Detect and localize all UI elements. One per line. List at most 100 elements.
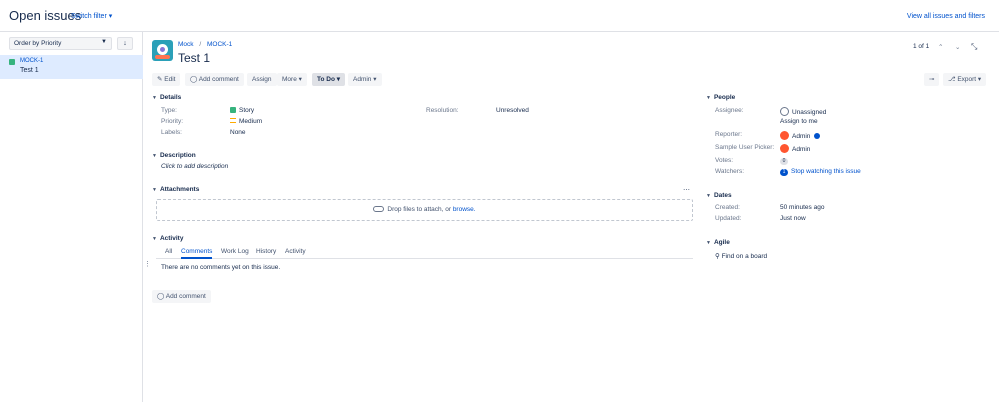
browse-link[interactable]: browse. [453, 206, 476, 213]
breadcrumb-separator: / [199, 41, 202, 48]
labels-value[interactable]: None [230, 129, 246, 136]
chevron-down-icon: ▾ [977, 76, 982, 83]
stop-watching-link[interactable]: Stop watching this issue [791, 168, 861, 175]
created-label: Created: [715, 204, 740, 211]
labels-label: Labels: [161, 129, 182, 136]
tab-activity[interactable]: Activity [285, 248, 306, 255]
attachments-section-toggle[interactable]: ▼ Attachments [152, 186, 199, 193]
dates-section-toggle[interactable]: ▼ Dates [706, 192, 732, 199]
chevron-down-icon: ▼ [706, 193, 711, 199]
chevron-down-icon: ▾ [336, 76, 341, 83]
chevron-down-icon: ▾ [373, 76, 377, 83]
votes-count: 0 [780, 158, 788, 165]
admin-button[interactable]: Admin ▾ [348, 73, 382, 86]
info-icon[interactable] [814, 133, 821, 139]
find-on-board-link[interactable]: ⚲ Find on a board [715, 252, 767, 260]
view-all-issues-link[interactable]: View all issues and filters [907, 13, 985, 20]
cloud-upload-icon [373, 206, 385, 212]
attachment-dropzone[interactable]: Drop files to attach, or browse. [156, 199, 693, 221]
tab-comments[interactable]: Comments [181, 248, 212, 255]
add-comment-label: Add comment [198, 76, 239, 83]
comment-icon: ◯ [157, 293, 165, 300]
tab-all[interactable]: All [165, 248, 172, 255]
list-item[interactable]: MOCK-1 Test 1 [0, 55, 143, 79]
sample-user-picker-label: Sample User Picker: [715, 144, 775, 151]
reporter-value[interactable]: Admin [780, 131, 821, 140]
more-label: More [282, 76, 297, 83]
status-button[interactable]: To Do ▾ [312, 73, 346, 86]
watchers-count: 1 [780, 169, 788, 176]
chevron-down-icon: ▾ [298, 76, 302, 83]
priority-medium-icon [230, 118, 236, 123]
people-section-toggle[interactable]: ▼ People [706, 94, 735, 101]
chevron-down-icon: ▾ [108, 13, 113, 20]
export-button[interactable]: ⎇ Export ▾ [943, 73, 987, 86]
agile-section-toggle[interactable]: ▼ Agile [706, 239, 730, 246]
resize-handle-icon[interactable]: ⋮ [144, 260, 151, 268]
breadcrumb-issue-key[interactable]: MOCK-1 [207, 41, 232, 48]
admin-label: Admin [353, 76, 372, 83]
issue-summary: Test 1 [20, 67, 39, 74]
comment-icon: ◯ [190, 76, 198, 83]
details-section-toggle[interactable]: ▼ Details [152, 94, 181, 101]
votes-value[interactable]: 0 [780, 157, 791, 165]
watchers-value[interactable]: 1 Stop watching this issue [780, 168, 861, 176]
activity-section-toggle[interactable]: ▼ Activity [152, 235, 183, 242]
active-tab-indicator [181, 257, 212, 259]
reporter-label: Reporter: [715, 131, 743, 138]
description-placeholder[interactable]: Click to add description [161, 163, 228, 170]
details-heading: Details [159, 94, 182, 101]
chevron-down-icon: ▼ [101, 39, 107, 45]
expand-icon[interactable]: ⤡ [971, 42, 977, 52]
next-issue-icon[interactable]: ⌄ [955, 43, 960, 51]
issue-key: MOCK-1 [20, 58, 44, 64]
chevron-down-icon: ▼ [152, 153, 157, 159]
sort-direction-button[interactable]: ↓ [117, 37, 133, 50]
chevron-down-icon: ▼ [706, 240, 711, 246]
tab-history[interactable]: History [256, 248, 276, 255]
breadcrumb-project[interactable]: Mock [178, 41, 194, 48]
unassigned-avatar-icon [780, 107, 789, 116]
pencil-icon: ✎ [157, 76, 163, 83]
resolution-value: Unresolved [496, 107, 529, 114]
assignee-value-text: Unassigned [792, 109, 827, 116]
share-icon: ⊸ [929, 76, 935, 83]
switch-filter-label: Switch filter [71, 13, 107, 20]
add-comment-bottom-button[interactable]: ◯ Add comment [152, 290, 211, 303]
votes-label: Votes: [715, 157, 734, 164]
issue-list-panel: Order by Priority ▼ ↓ MOCK-1 Test 1 [0, 32, 143, 402]
priority-value-text: Medium [239, 118, 263, 125]
type-value-text: Story [239, 107, 255, 114]
watchers-label: Watchers: [715, 168, 745, 175]
breadcrumb: Mock / MOCK-1 [178, 41, 232, 48]
assignee-label: Assignee: [715, 107, 744, 114]
description-heading: Description [159, 152, 196, 159]
project-avatar[interactable] [152, 40, 173, 61]
more-button[interactable]: More ▾ [277, 73, 307, 86]
add-comment-button[interactable]: ◯ Add comment [185, 73, 244, 86]
description-section-toggle[interactable]: ▼ Description [152, 152, 196, 159]
priority-value[interactable]: Medium [230, 118, 262, 125]
issue-title[interactable]: Test 1 [178, 51, 210, 65]
assignee-value[interactable]: Unassigned [780, 107, 826, 116]
edit-button[interactable]: ✎ Edit [152, 73, 181, 86]
tab-divider [156, 258, 693, 259]
arrow-down-icon: ↓ [123, 40, 127, 47]
chevron-down-icon: ▼ [152, 236, 157, 242]
created-value: 50 minutes ago [780, 204, 825, 211]
order-by-select[interactable]: Order by Priority ▼ [9, 37, 112, 50]
previous-issue-icon[interactable]: ⌃ [938, 43, 943, 51]
sample-user-picker-value[interactable]: Admin [780, 144, 810, 153]
activity-heading: Activity [159, 235, 184, 242]
order-by-label: Order by Priority [14, 40, 62, 47]
share-button[interactable]: ⊸ [924, 73, 940, 86]
switch-filter-button[interactable]: Switch filter ▾ [71, 12, 112, 20]
more-options-icon[interactable]: ⋯ [683, 186, 690, 194]
find-on-board-text: Find on a board [721, 253, 768, 260]
type-value[interactable]: Story [230, 107, 254, 114]
tab-work-log[interactable]: Work Log [221, 248, 249, 255]
assign-to-me-link[interactable]: Assign to me [780, 118, 818, 125]
assign-button[interactable]: Assign [247, 73, 277, 86]
pager-count: 1 of 1 [913, 43, 930, 50]
resolution-label: Resolution: [426, 107, 459, 114]
